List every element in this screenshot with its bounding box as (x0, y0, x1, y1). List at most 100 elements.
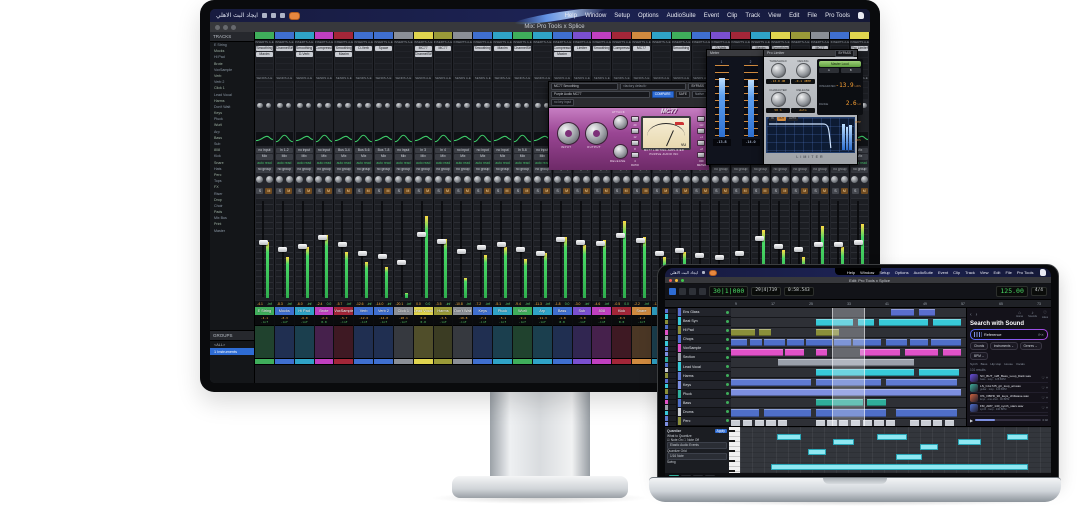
insert-slot[interactable] (553, 70, 571, 75)
pan-knob[interactable] (275, 176, 283, 184)
insert-slot[interactable] (533, 52, 551, 57)
insert-slot[interactable] (275, 64, 293, 69)
pan-knob[interactable] (553, 176, 561, 184)
track-header[interactable]: Ens Glass (677, 308, 731, 318)
insert-slot[interactable] (394, 52, 412, 57)
send-slot[interactable] (275, 88, 293, 93)
insert-slot[interactable]: Space (375, 46, 392, 51)
pan-knob[interactable] (424, 176, 432, 184)
menu-window[interactable]: Window (858, 270, 877, 275)
audio-clip[interactable] (731, 349, 783, 357)
output-knob[interactable] (585, 122, 608, 145)
track-header[interactable]: Chops (677, 335, 731, 345)
send-knob[interactable] (336, 102, 343, 109)
progress-bar[interactable] (975, 419, 1041, 421)
record-ready-icon[interactable] (726, 355, 729, 359)
audio-clip[interactable] (886, 419, 896, 426)
send-slot[interactable] (375, 94, 392, 99)
send-knob[interactable] (455, 102, 462, 109)
filter-chip[interactable]: Genres ⌄ (1019, 342, 1042, 350)
input-selector[interactable]: Bus 3-4 (335, 148, 353, 154)
track-nameplate[interactable]: Verb (354, 307, 374, 315)
pan-knob[interactable] (821, 176, 829, 184)
mute-button[interactable]: M (662, 188, 670, 195)
eq-curve-thumbnail[interactable] (355, 132, 373, 146)
insert-slot[interactable]: ChannelStrip (513, 46, 531, 51)
insert-slot[interactable] (613, 52, 631, 57)
automation-mode[interactable]: auto read (494, 160, 511, 167)
eq-curve-thumbnail[interactable] (474, 132, 492, 146)
midi-note-grid[interactable] (740, 427, 1051, 473)
limiter-plugin-window[interactable]: Pro Limiter BYPASS THRESHOLD -13.0 dB CEIL… (763, 49, 863, 165)
insert-slot[interactable]: MC77 (633, 46, 650, 51)
fader-handle[interactable] (437, 238, 447, 244)
output-selector[interactable]: Mix (295, 154, 313, 160)
track-nameplate[interactable]: Don't Wait (453, 307, 473, 315)
mini-track-row[interactable] (665, 394, 676, 400)
fader-handle[interactable] (754, 235, 764, 241)
pan-knob[interactable] (623, 176, 631, 184)
pan-knob[interactable] (672, 176, 680, 184)
meter-button[interactable] (697, 152, 705, 158)
insert-slot[interactable]: Smoothing (593, 46, 611, 51)
insert-slot[interactable] (394, 64, 412, 69)
group-selector[interactable]: no group (295, 167, 313, 173)
track-header[interactable]: Drums (677, 407, 731, 417)
pan-knob[interactable] (305, 176, 313, 184)
traffic-lights[interactable] (215, 24, 236, 30)
insert-slot[interactable]: Smoothing (256, 46, 273, 51)
solo-button[interactable]: S (415, 188, 423, 195)
search-icon[interactable] (270, 13, 276, 18)
insert-slot[interactable] (494, 70, 511, 75)
insert-slot[interactable] (474, 64, 492, 69)
nav-likes-icon[interactable]: ♡ Likes (1042, 310, 1048, 319)
insert-slot[interactable] (533, 70, 551, 75)
mini-track-row[interactable] (665, 416, 676, 421)
mute-button[interactable]: M (701, 188, 709, 195)
insert-slot[interactable] (652, 58, 670, 63)
send-slot[interactable] (513, 82, 531, 87)
record-ready-icon[interactable] (726, 365, 729, 368)
audio-clip[interactable] (874, 419, 884, 426)
quantize-row[interactable]: Elastic Audio Events (667, 442, 727, 450)
insert-slot[interactable] (494, 52, 511, 57)
midi-note[interactable] (777, 434, 802, 440)
bottom-tab[interactable] (693, 475, 703, 476)
send-knob[interactable] (297, 102, 303, 109)
track-nameplate[interactable]: Verb 2 (374, 307, 393, 315)
send-knob[interactable] (436, 102, 442, 109)
close-icon[interactable] (669, 278, 672, 282)
insert-slot[interactable] (434, 70, 452, 75)
track-nameplate[interactable]: Wurli (512, 307, 532, 315)
pan-knob[interactable] (593, 176, 601, 184)
eq-curve-thumbnail[interactable] (414, 132, 432, 146)
midi-note[interactable] (1007, 434, 1029, 440)
insert-slot[interactable] (295, 70, 313, 75)
mute-button[interactable]: M (602, 188, 610, 195)
pan-knob[interactable] (682, 176, 690, 184)
mute-button[interactable]: M (384, 188, 392, 195)
pan-knob[interactable] (325, 176, 333, 184)
menu-edit[interactable]: Edit (991, 270, 1003, 275)
add-icon[interactable]: + (1046, 406, 1048, 410)
fader-handle[interactable] (337, 242, 347, 248)
output-selector[interactable]: Mix (315, 154, 333, 160)
mute-button[interactable]: M (860, 188, 868, 195)
insert-slot[interactable] (652, 52, 670, 57)
insert-slot[interactable] (474, 70, 492, 75)
fader-handle[interactable] (496, 242, 506, 248)
apply-button[interactable]: Apply (714, 429, 727, 433)
pan-knob[interactable] (642, 176, 650, 184)
send-slot[interactable] (355, 82, 373, 87)
mini-track-row[interactable] (665, 346, 676, 351)
group-selector[interactable]: no group (771, 167, 789, 173)
insert-slot[interactable] (652, 46, 670, 51)
mute-button[interactable]: M (265, 188, 273, 195)
eq-curve-thumbnail[interactable] (315, 132, 333, 146)
send-slot[interactable] (414, 94, 432, 99)
insert-slot[interactable] (652, 64, 670, 69)
knob[interactable] (770, 91, 786, 107)
plugin-safe-button[interactable]: SAFE (675, 91, 690, 98)
track-nameplate[interactable]: E String (255, 307, 274, 315)
fader-handle[interactable] (417, 231, 427, 237)
